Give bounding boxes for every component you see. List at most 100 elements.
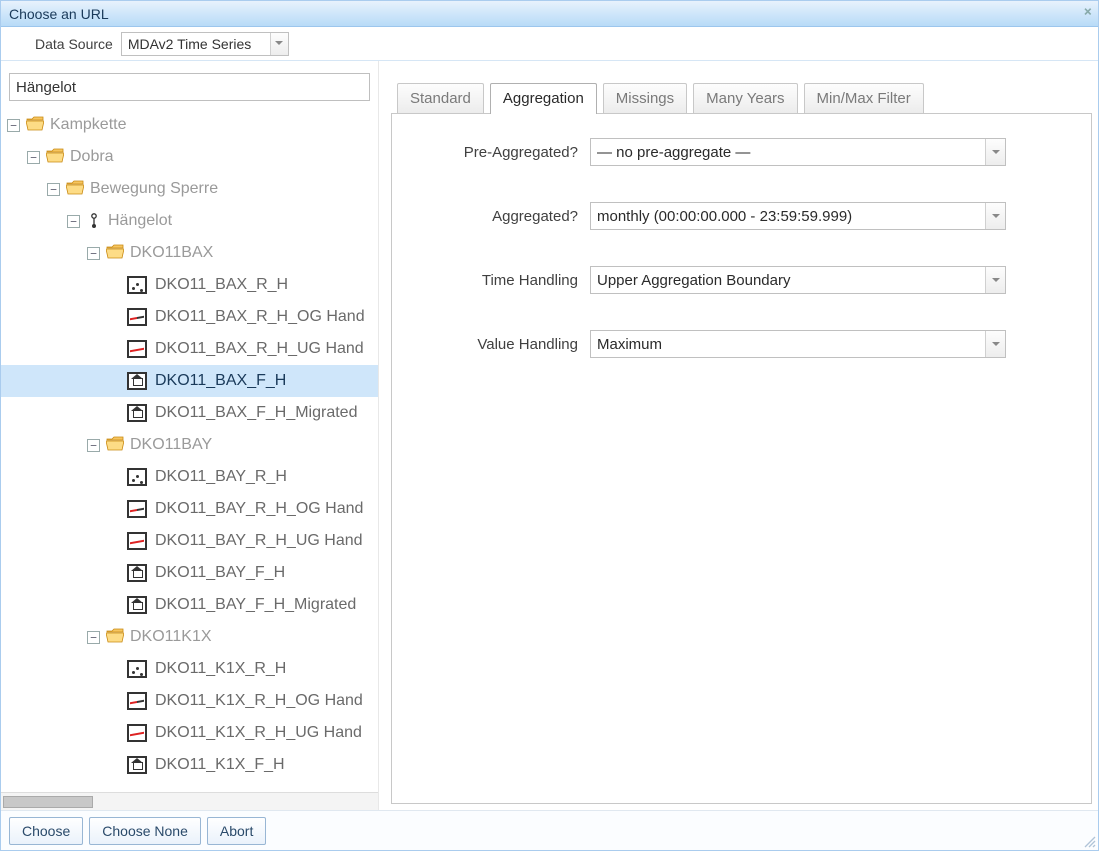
tree-leaf[interactable]: DKO11_BAY_R_H_OG Hand (1, 493, 378, 525)
tree-item-label: Bewegung Sperre (90, 180, 218, 198)
aggregated-value: monthly (00:00:00.000 - 23:59:59.999) (591, 208, 874, 225)
folder-icon (106, 628, 130, 647)
time-handling-value: Upper Aggregation Boundary (591, 272, 812, 289)
folder-icon (26, 116, 50, 135)
timeseries-icon (127, 756, 147, 774)
tree-item-label: Dobra (70, 148, 114, 166)
expand-toggle-icon[interactable]: − (87, 247, 100, 260)
tree-folder[interactable]: − Bewegung Sperre (1, 173, 378, 205)
choose-button[interactable]: Choose (9, 817, 83, 845)
time-handling-combo[interactable]: Upper Aggregation Boundary (590, 266, 1006, 294)
tree-leaf[interactable]: DKO11_K1X_R_H_UG Hand (1, 717, 378, 749)
tree-node[interactable]: −Hängelot (1, 205, 378, 237)
tree-item-label: DKO11_BAY_R_H_UG Hand (155, 532, 363, 550)
timeseries-icon (127, 404, 147, 422)
right-pane: StandardAggregationMissingsMany YearsMin… (379, 61, 1098, 810)
tree-scroll[interactable]: − Kampkette − Dobra − Bewegung Sperre −Hängelo… (1, 109, 378, 792)
tree-leaf[interactable]: DKO11_BAX_F_H_Migrated (1, 397, 378, 429)
folder-icon (106, 436, 130, 455)
timeseries-icon (127, 372, 147, 390)
chevron-down-icon[interactable] (985, 139, 1005, 165)
tree-folder[interactable]: − Dobra (1, 141, 378, 173)
expand-toggle-icon[interactable]: − (87, 439, 100, 452)
data-source-value: MDAv2 Time Series (122, 36, 273, 52)
dialog-title: Choose an URL (9, 6, 109, 22)
tree-leaf[interactable]: DKO11_BAY_R_H (1, 461, 378, 493)
pre-aggregated-combo[interactable]: — no pre-aggregate — (590, 138, 1006, 166)
value-handling-value: Maximum (591, 336, 684, 353)
chevron-down-icon[interactable] (985, 331, 1005, 357)
search-input[interactable] (9, 73, 370, 101)
abort-button[interactable]: Abort (207, 817, 266, 845)
horizontal-scrollbar[interactable] (1, 792, 378, 810)
footer: Choose Choose None Abort (1, 810, 1098, 850)
chevron-down-icon[interactable] (985, 267, 1005, 293)
tree-leaf[interactable]: DKO11_K1X_R_H (1, 653, 378, 685)
aggregated-label: Aggregated? (416, 208, 590, 225)
value-handling-combo[interactable]: Maximum (590, 330, 1006, 358)
tree-leaf[interactable]: DKO11_BAX_F_H (1, 365, 378, 397)
tab-many-years[interactable]: Many Years (693, 83, 797, 113)
tree-folder[interactable]: −DKO11BAY (1, 429, 378, 461)
expand-toggle-icon[interactable]: − (27, 151, 40, 164)
timeseries-icon (127, 276, 147, 294)
time-handling-label: Time Handling (416, 272, 590, 289)
chevron-down-icon[interactable] (985, 203, 1005, 229)
tree-item-label: DKO11K1X (130, 628, 212, 646)
folder-icon (106, 244, 130, 263)
tree-leaf[interactable]: DKO11_BAX_R_H_UG Hand (1, 333, 378, 365)
tree-item-label: DKO11_K1X_R_H (155, 660, 286, 678)
pre-aggregated-value: — no pre-aggregate — (591, 144, 772, 161)
scrollbar-thumb[interactable] (3, 796, 93, 808)
resize-grip-icon[interactable] (1082, 834, 1096, 848)
expand-toggle-icon[interactable]: − (7, 119, 20, 132)
tree-item-label: DKO11_BAX_R_H (155, 276, 288, 294)
folder-icon (66, 180, 90, 199)
tree-leaf[interactable]: DKO11_BAY_F_H_Migrated (1, 589, 378, 621)
value-handling-label: Value Handling (416, 336, 590, 353)
tree-leaf[interactable]: DKO11_BAY_R_H_UG Hand (1, 525, 378, 557)
tree-leaf[interactable]: DKO11_BAX_R_H_OG Hand (1, 301, 378, 333)
expand-toggle-icon[interactable]: − (87, 631, 100, 644)
tab-panel-aggregation: Pre-Aggregated? — no pre-aggregate — Agg… (391, 113, 1092, 804)
title-bar[interactable]: Choose an URL × (1, 1, 1098, 27)
folder-icon (46, 148, 70, 167)
choose-url-dialog: Choose an URL × Data Source MDAv2 Time S… (0, 0, 1099, 851)
aggregated-combo[interactable]: monthly (00:00:00.000 - 23:59:59.999) (590, 202, 1006, 230)
tree-item-label: DKO11_K1X_R_H_UG Hand (155, 724, 362, 742)
timeseries-icon (127, 660, 147, 678)
tree-leaf[interactable]: DKO11_K1X_R_H_OG Hand (1, 685, 378, 717)
expand-toggle-icon[interactable]: − (47, 183, 60, 196)
timeseries-icon (127, 340, 147, 358)
close-icon[interactable]: × (1084, 4, 1092, 20)
tree-item-label: DKO11_BAY_R_H_OG Hand (155, 500, 363, 518)
data-source-label: Data Source (35, 36, 113, 52)
expand-toggle-icon[interactable]: − (67, 215, 80, 228)
tab-standard[interactable]: Standard (397, 83, 484, 113)
tree-leaf[interactable]: DKO11_K1X_F_H (1, 749, 378, 781)
timeseries-icon (127, 596, 147, 614)
data-source-combo[interactable]: MDAv2 Time Series (121, 32, 289, 56)
tree-item-label: DKO11_BAX_F_H (155, 372, 286, 390)
chevron-down-icon[interactable] (270, 33, 288, 55)
tree-item-label: DKO11_BAX_R_H_UG Hand (155, 340, 364, 358)
tab-aggregation[interactable]: Aggregation (490, 83, 597, 114)
tree-folder[interactable]: − Kampkette (1, 109, 378, 141)
tree-leaf[interactable]: DKO11_BAX_R_H (1, 269, 378, 301)
tree-folder[interactable]: −DKO11BAX (1, 237, 378, 269)
tree-item-label: DKO11_BAY_R_H (155, 468, 287, 486)
tab-min-max-filter[interactable]: Min/Max Filter (804, 83, 924, 113)
timeseries-icon (127, 724, 147, 742)
tab-strip: StandardAggregationMissingsMany YearsMin… (391, 81, 1092, 113)
tree-item-label: DKO11_BAX_F_H_Migrated (155, 404, 357, 422)
tab-missings[interactable]: Missings (603, 83, 687, 113)
tree: − Kampkette − Dobra − Bewegung Sperre −Hängelo… (1, 109, 378, 781)
pendulum-icon (86, 213, 102, 229)
timeseries-icon (127, 308, 147, 326)
tree-item-label: Kampkette (50, 116, 126, 134)
choose-none-button[interactable]: Choose None (89, 817, 201, 845)
tree-leaf[interactable]: DKO11_BAY_F_H (1, 557, 378, 589)
data-source-row: Data Source MDAv2 Time Series (1, 27, 1098, 61)
tree-folder[interactable]: − DKO11K1X (1, 621, 378, 653)
tree-item-label: DKO11_BAX_R_H_OG Hand (155, 308, 365, 326)
